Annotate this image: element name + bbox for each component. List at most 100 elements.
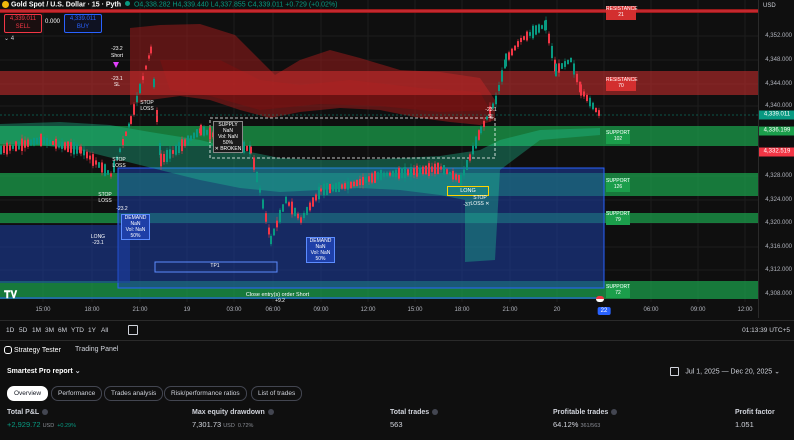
candle-body <box>246 145 248 151</box>
date-range-selector[interactable]: Jul 1, 2025 — Dec 20, 2025 ⌄ <box>670 367 780 376</box>
candle-body <box>265 213 267 222</box>
report-title-dropdown[interactable]: Smartest Pro report ⌄ <box>7 367 81 375</box>
time-tick-label: 18:00 <box>454 307 470 313</box>
stat-label-text: Profitable trades <box>553 409 609 416</box>
support-value: 126 <box>613 184 623 190</box>
candle-body <box>196 129 198 138</box>
time-tick-label: 12:00 <box>360 307 376 313</box>
stat-value: 1.051 <box>735 420 754 429</box>
info-icon[interactable] <box>267 409 274 416</box>
candle-body <box>294 207 296 217</box>
candle-body <box>291 201 293 215</box>
ohlc-high: H4,339.440 <box>172 1 209 9</box>
candle-body <box>166 149 168 163</box>
range-1m[interactable]: 1M <box>32 327 41 334</box>
time-axis[interactable]: 15:00 18:00 21:00 19 03:00 06:00 09:00 12:00 15:… <box>0 302 758 318</box>
candle-body <box>523 36 525 40</box>
short-value: -23.2 <box>111 46 123 52</box>
candle-body <box>413 168 415 176</box>
candle-body <box>193 132 195 139</box>
demand-pct: 50% <box>130 233 141 239</box>
candle-body <box>483 120 485 128</box>
stat-value: 563 <box>390 420 403 429</box>
candle-body <box>320 188 322 192</box>
sell-button[interactable]: 4,339.011 SELL <box>4 14 42 33</box>
chart-legend: Gold Spot / U.S. Dollar · 15 · Pyth O4,3… <box>2 1 337 8</box>
supply-box-label: SUPPLY NaN Vol: NaN 50% ✕ BROKEN <box>213 121 243 153</box>
candle-body <box>545 19 547 31</box>
candle-body <box>253 157 255 170</box>
calendar-range-icon[interactable] <box>128 325 138 335</box>
candle-body <box>443 165 445 175</box>
symbol-title[interactable]: Gold Spot / U.S. Dollar · 15 · Pyth <box>11 1 121 8</box>
candle-body <box>395 169 397 178</box>
candle-body <box>567 60 569 64</box>
time-tick-label: 21:00 <box>132 307 148 313</box>
info-icon[interactable] <box>611 409 618 416</box>
candle-body <box>58 141 60 148</box>
range-5d[interactable]: 5D <box>19 327 27 334</box>
candle-body <box>243 141 245 153</box>
candle-body <box>190 135 192 141</box>
price-axis[interactable]: USD 4,352.000 4,348.000 4,344.000 4,340.000… <box>758 0 794 318</box>
long-sl-value: -23.1 <box>485 107 497 113</box>
range-3m[interactable]: 3M <box>45 327 54 334</box>
chart-area[interactable]: Gold Spot / U.S. Dollar · 15 · Pyth O4,3… <box>0 0 758 318</box>
range-1y[interactable]: 1Y <box>88 327 96 334</box>
resistance-value: 21 <box>618 12 624 18</box>
price-tick-label: 4,340.000 <box>765 103 792 109</box>
support-label-3: SUPPORT 79 <box>606 211 630 225</box>
ohlc-close: C4,339.011 <box>247 1 284 9</box>
long-label: LONG <box>460 188 476 194</box>
stat-percent: +0.29% <box>57 423 77 429</box>
clock-time[interactable]: 01:13:39 UTC+5 <box>742 327 790 334</box>
candle-body <box>209 127 211 140</box>
price-tick-label: 4,324.000 <box>765 197 792 203</box>
info-icon[interactable] <box>432 409 439 416</box>
candle-body <box>398 167 400 179</box>
range-toolbar: 1D 5D 1M 3M 6M YTD 1Y All 01:13:39 UTC+5 <box>0 320 794 339</box>
stat-label: Total P&L <box>7 409 49 416</box>
candle-body <box>326 182 328 196</box>
report-tab-trades-analysis[interactable]: Trades analysis <box>104 386 164 401</box>
candle-body <box>312 197 314 207</box>
range-ytd[interactable]: YTD <box>71 327 84 334</box>
range-6m[interactable]: 6M <box>58 327 67 334</box>
candle-body <box>419 167 421 175</box>
candle-body <box>67 141 69 152</box>
candle-body <box>303 212 305 219</box>
candle-body <box>561 63 563 69</box>
candle-body <box>347 181 349 190</box>
candle-body <box>353 181 355 187</box>
time-tick-label: 15:00 <box>35 307 51 313</box>
range-1d[interactable]: 1D <box>6 327 14 334</box>
buy-button[interactable]: 4,339.011 BUY <box>64 14 102 33</box>
stat-value-number: 64.12% <box>553 420 579 429</box>
candle-body <box>0 145 2 155</box>
candle-body <box>386 172 388 177</box>
candle-body <box>520 37 522 43</box>
indicators-toggle[interactable]: ⌄ 4 <box>4 35 20 44</box>
candle-body <box>178 142 180 154</box>
candle-body <box>338 181 340 193</box>
candle-body <box>98 162 100 168</box>
strategy-tester-tab[interactable]: Strategy Tester <box>4 346 61 354</box>
candle-body <box>422 166 424 175</box>
candle-body <box>76 144 78 154</box>
candle-body <box>478 130 480 140</box>
report-tab-overview[interactable]: Overview <box>7 386 49 401</box>
info-icon[interactable] <box>42 409 49 416</box>
range-all[interactable]: All <box>101 327 108 334</box>
stat-value-number: 563 <box>390 420 403 429</box>
report-tab-risk-performance-ratios[interactable]: Risk/performance ratios <box>164 386 247 401</box>
candle-body <box>55 138 57 149</box>
report-tab-performance[interactable]: Performance <box>51 386 103 401</box>
candle-body <box>365 176 367 184</box>
currency-label[interactable]: USD <box>763 3 776 9</box>
trading-panel-tab[interactable]: Trading Panel <box>75 346 118 353</box>
stat-label-text: Total trades <box>390 409 430 416</box>
candle-body <box>458 174 460 183</box>
stat-percent: 0.72% <box>237 423 254 429</box>
candle-body <box>570 57 572 63</box>
report-tab-list-of-trades[interactable]: List of trades <box>251 386 303 401</box>
